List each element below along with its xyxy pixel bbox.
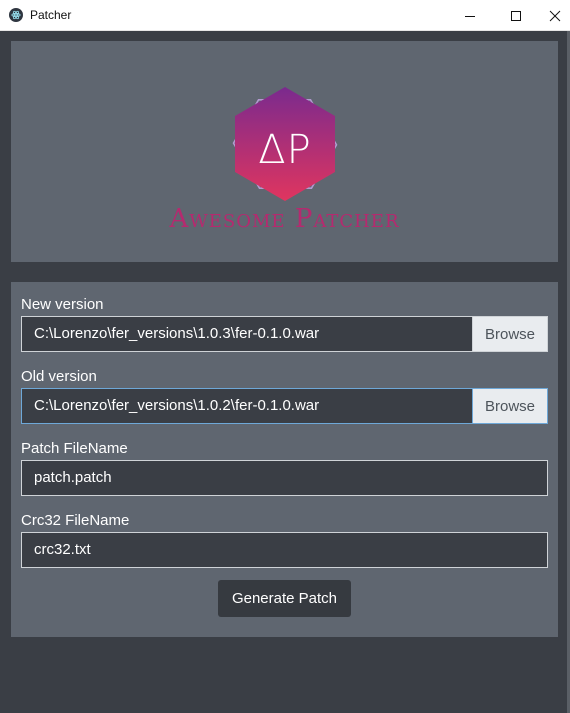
- brand-name: Awesome Patcher: [169, 204, 400, 234]
- brand-initials: ΔP: [258, 127, 312, 173]
- minimize-icon: [465, 15, 475, 17]
- maximize-icon: [511, 10, 521, 21]
- new-version-browse-button[interactable]: Browse: [472, 316, 548, 352]
- crc32-filename-label: Crc32 FileName: [21, 512, 130, 529]
- new-version-input[interactable]: C:\Lorenzo\fer_versions\1.0.3\fer-0.1.0.…: [21, 316, 473, 352]
- generate-patch-button[interactable]: Generate Patch: [218, 580, 351, 617]
- hero-banner: ΔP Awesome Patcher: [11, 41, 558, 262]
- window-title: Patcher: [30, 8, 72, 22]
- electron-icon: [9, 8, 23, 22]
- patch-filename-label: Patch FileName: [21, 440, 128, 457]
- patch-filename-input[interactable]: patch.patch: [21, 460, 548, 496]
- old-version-label: Old version: [21, 368, 97, 385]
- close-button[interactable]: [539, 0, 570, 31]
- minimize-button[interactable]: [447, 0, 493, 31]
- title-bar: Patcher: [0, 0, 570, 31]
- crc32-filename-input[interactable]: crc32.txt: [21, 532, 548, 568]
- close-icon: [549, 10, 560, 21]
- old-version-browse-button[interactable]: Browse: [472, 388, 548, 424]
- new-version-label: New version: [21, 296, 104, 313]
- maximize-button[interactable]: [493, 0, 539, 31]
- window-body: ΔP Awesome Patcher New version C:\Lorenz…: [0, 31, 570, 713]
- old-version-input[interactable]: C:\Lorenzo\fer_versions\1.0.2\fer-0.1.0.…: [21, 388, 473, 424]
- form-panel: New version C:\Lorenzo\fer_versions\1.0.…: [11, 282, 558, 637]
